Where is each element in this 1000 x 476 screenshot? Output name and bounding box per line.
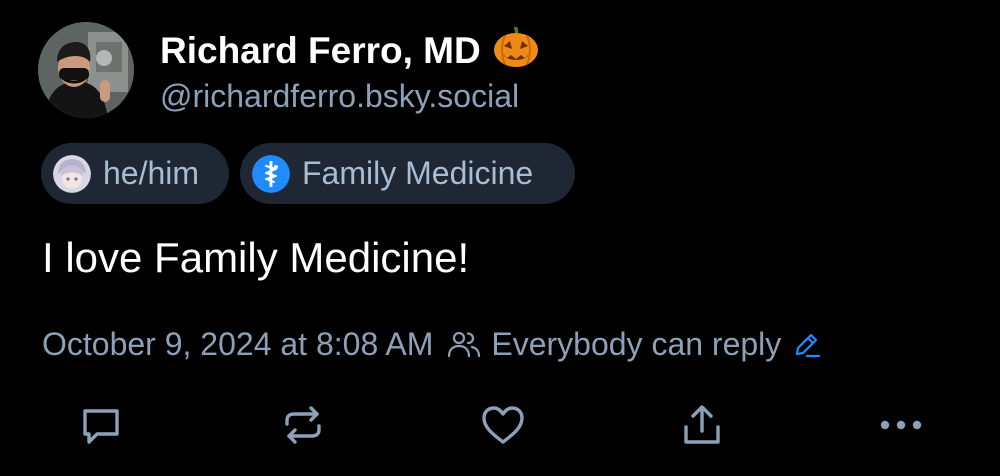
post-meta: October 9, 2024 at 8:08 AM Everybody can… (42, 322, 821, 366)
like-icon (482, 406, 524, 444)
repost-button[interactable] (278, 400, 328, 450)
author-handle[interactable]: @richardferro.bsky.social (160, 74, 519, 118)
author-name[interactable]: Richard Ferro, MD (160, 24, 539, 78)
people-icon (447, 329, 481, 359)
reply-icon (83, 409, 119, 444)
reply-setting-label[interactable]: Everybody can reply (491, 322, 781, 366)
avatar[interactable] (38, 22, 134, 118)
pencil-icon[interactable] (793, 330, 821, 358)
repost-icon (285, 406, 321, 444)
more-button[interactable] (876, 400, 926, 450)
pumpkin-icon (493, 24, 539, 78)
share-icon (684, 405, 720, 444)
pronoun-badge[interactable]: he/him (41, 143, 229, 204)
specialty-badge-label: Family Medicine (302, 155, 534, 191)
share-button[interactable] (677, 400, 727, 450)
author-name-text[interactable]: Richard Ferro, MD (160, 29, 481, 73)
post-timestamp[interactable]: October 9, 2024 at 8:08 AM (42, 322, 433, 366)
specialty-badge[interactable]: Family Medicine (240, 143, 575, 204)
reply-button[interactable] (76, 400, 126, 450)
pronoun-badge-label: he/him (103, 155, 200, 191)
rod-of-asclepius-icon (252, 154, 290, 193)
more-icon (880, 420, 922, 430)
post-text: I love Family Medicine! (42, 234, 470, 281)
anime-avatar-icon (53, 154, 91, 193)
post-action-bar (0, 400, 1000, 450)
like-button[interactable] (478, 400, 528, 450)
